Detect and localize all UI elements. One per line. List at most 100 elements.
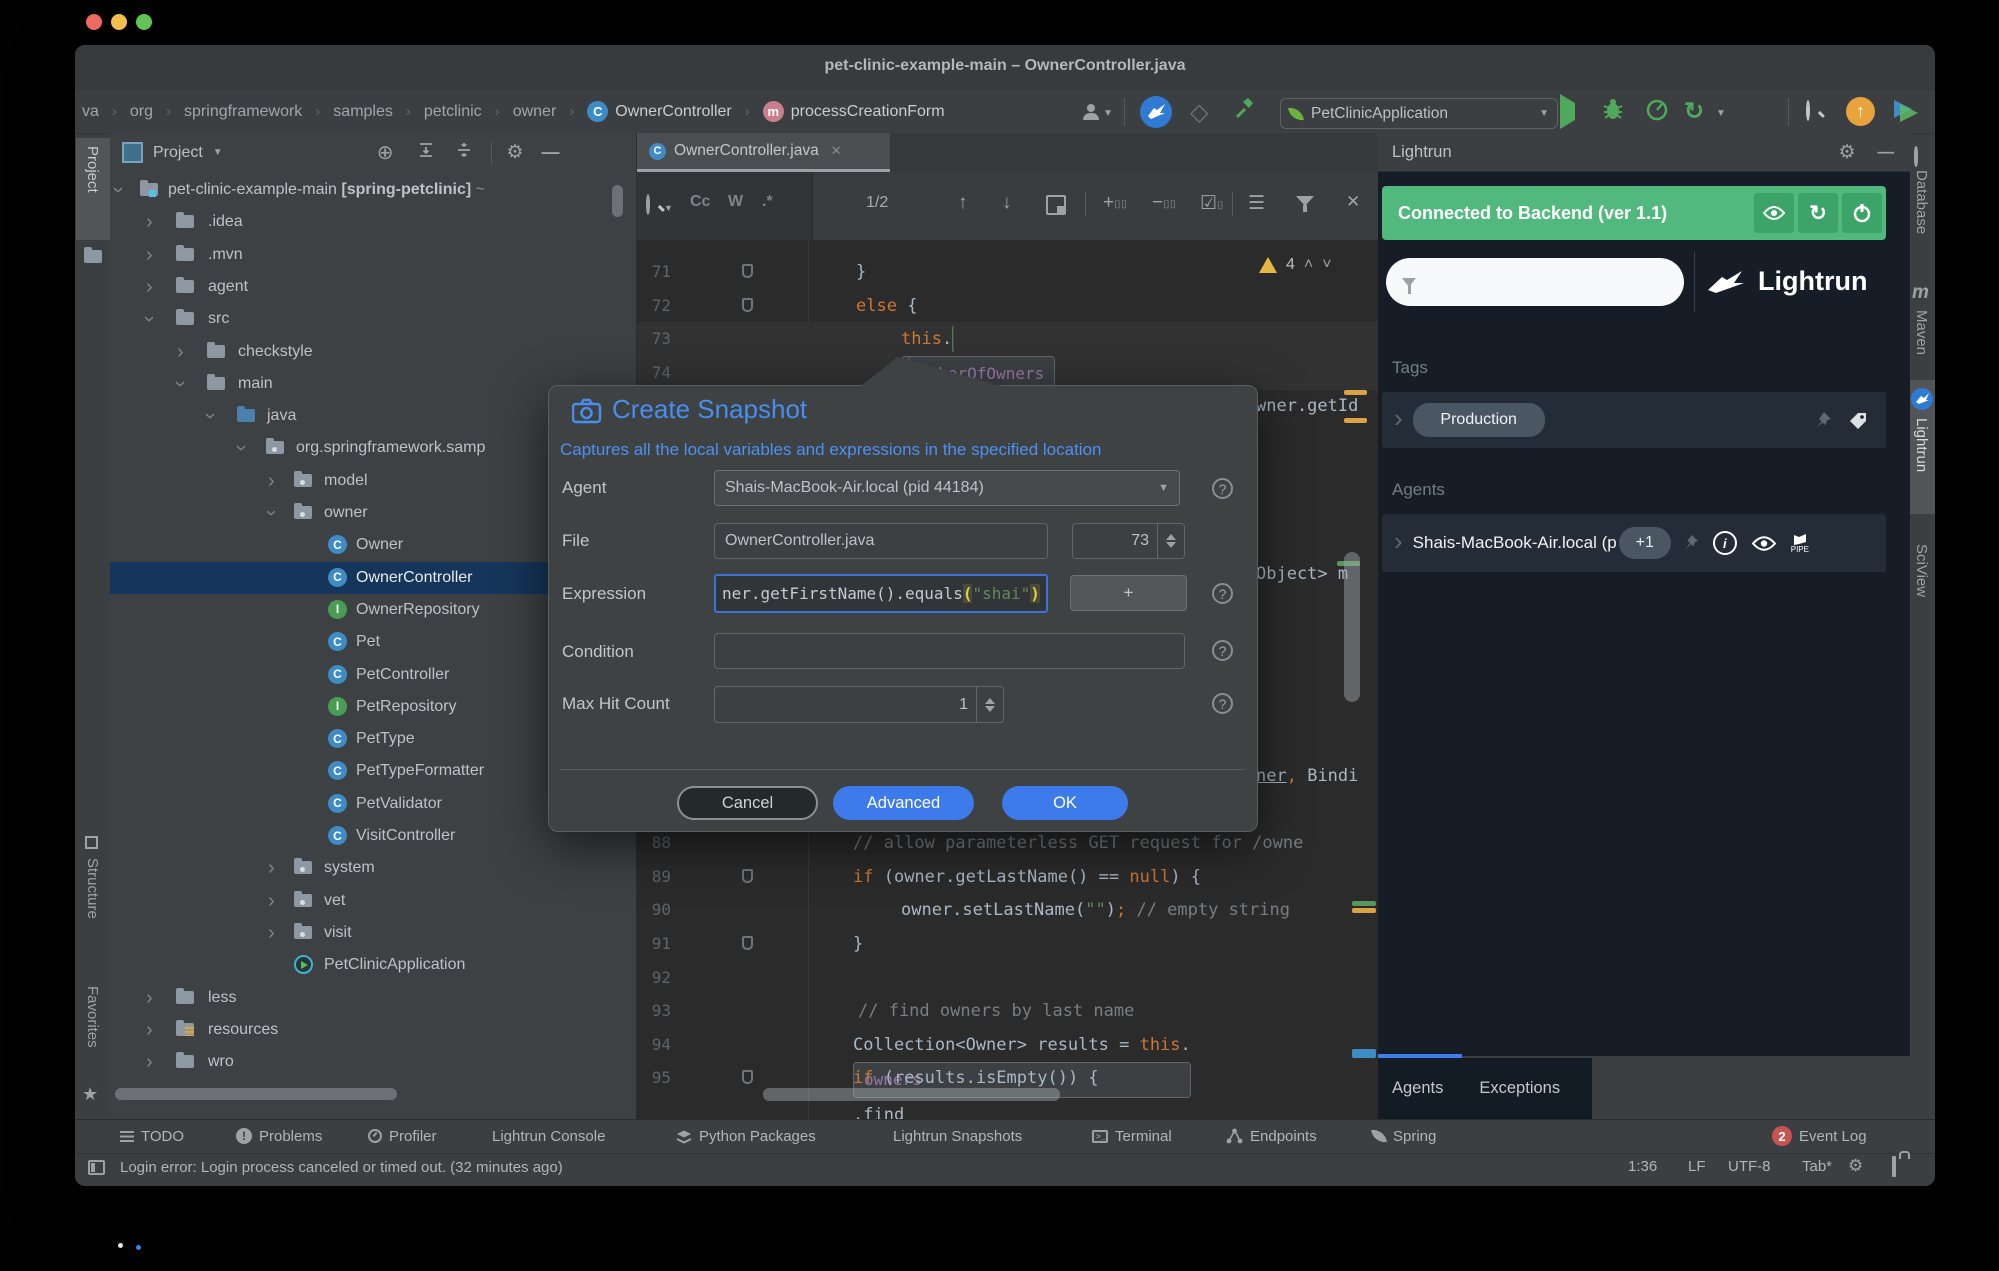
locate-file-icon[interactable]: ⊕ bbox=[377, 140, 394, 165]
whole-words-toggle[interactable]: W bbox=[728, 193, 743, 211]
chevron-expanded-icon[interactable]: › bbox=[225, 445, 257, 452]
expression-help-icon[interactable]: ? bbox=[1212, 583, 1233, 604]
profiler-run-icon[interactable] bbox=[1644, 96, 1670, 127]
close-window-button[interactable] bbox=[86, 14, 102, 30]
tool-window-button-spring[interactable]: Spring bbox=[1372, 1119, 1436, 1153]
breadcrumb-item[interactable]: samples bbox=[333, 103, 393, 121]
tree-vertical-scrollbar[interactable] bbox=[612, 185, 623, 217]
refresh-icon[interactable]: ↻ bbox=[1798, 193, 1838, 233]
find-history-dropdown-icon[interactable]: ▼ bbox=[664, 203, 673, 213]
tab-agents[interactable]: Agents bbox=[1392, 1079, 1443, 1098]
file-input[interactable]: OwnerController.java bbox=[714, 523, 1048, 559]
tool-window-button-lightrun-snapshots[interactable]: Lightrun Snapshots bbox=[893, 1119, 1022, 1153]
agent-select[interactable]: Shais-MacBook-Air.local (pid 44184) ▼ bbox=[714, 470, 1180, 506]
status-message[interactable]: Login error: Login process canceled or t… bbox=[120, 1159, 563, 1176]
chevron-collapsed-icon[interactable]: › bbox=[146, 271, 153, 303]
breadcrumb-item-method[interactable]: mprocessCreationForm bbox=[763, 101, 945, 122]
condition-help-icon[interactable]: ? bbox=[1212, 640, 1233, 661]
collapse-all-icon[interactable] bbox=[455, 141, 473, 164]
line-number[interactable]: 92 bbox=[637, 961, 671, 995]
line-number[interactable]: 93 bbox=[637, 994, 671, 1028]
tag-row-production[interactable]: › Production bbox=[1382, 392, 1886, 448]
breadcrumb-item[interactable]: springframework bbox=[184, 103, 302, 121]
build-hammer-icon[interactable] bbox=[1232, 96, 1258, 127]
tag-chip[interactable]: Production bbox=[1413, 403, 1545, 437]
line-number[interactable]: 71 bbox=[637, 255, 671, 289]
unlock-icon[interactable] bbox=[1892, 1158, 1896, 1176]
line-ending-indicator[interactable]: LF bbox=[1688, 1158, 1706, 1175]
tree-item-visit[interactable]: ›visit bbox=[110, 917, 636, 949]
max-hit-help-icon[interactable]: ? bbox=[1212, 693, 1233, 714]
tree-item-agent[interactable]: ›agent bbox=[110, 271, 636, 303]
line-number-input[interactable]: 73 bbox=[1072, 523, 1185, 559]
expand-chevron-icon[interactable]: › bbox=[1394, 526, 1403, 557]
agent-help-icon[interactable]: ? bbox=[1212, 478, 1233, 499]
tree-item-.idea[interactable]: ›.idea bbox=[110, 206, 636, 238]
chevron-collapsed-icon[interactable]: › bbox=[146, 982, 153, 1014]
tag-icon[interactable] bbox=[1848, 411, 1868, 429]
chevron-expanded-icon[interactable]: › bbox=[255, 510, 287, 517]
tree-item-.mvn[interactable]: ›.mvn bbox=[110, 239, 636, 271]
indent-indicator[interactable]: Tab* bbox=[1802, 1158, 1832, 1175]
chevron-expanded-icon[interactable]: › bbox=[164, 380, 196, 387]
search-in-selection-icon[interactable] bbox=[1046, 195, 1066, 215]
expression-input[interactable]: ner.getFirstName().equals("shai") bbox=[714, 574, 1048, 613]
tree-item-vet[interactable]: ›vet bbox=[110, 885, 636, 917]
breadcrumb-item-class[interactable]: COwnerController bbox=[587, 101, 731, 122]
caret-position[interactable]: 1:36 bbox=[1628, 1158, 1657, 1175]
project-folder-icon[interactable] bbox=[84, 248, 102, 263]
event-log-button[interactable]: 2 Event Log bbox=[1772, 1119, 1867, 1153]
search-options-icon[interactable]: ☰ bbox=[1248, 192, 1265, 215]
tab-exceptions[interactable]: Exceptions bbox=[1479, 1079, 1560, 1098]
next-match-icon[interactable]: ↓ bbox=[1002, 192, 1012, 214]
lightrun-tab-icon[interactable] bbox=[1911, 388, 1933, 410]
tree-item-wro[interactable]: ›wro bbox=[110, 1046, 636, 1078]
debug-button[interactable] bbox=[1600, 96, 1626, 127]
gutter-bookmark-icon[interactable] bbox=[742, 1070, 753, 1084]
add-expression-button[interactable]: + bbox=[1070, 575, 1187, 611]
tree-item-checkstyle[interactable]: ›checkstyle bbox=[110, 336, 636, 368]
gutter-bookmark-icon[interactable] bbox=[742, 264, 753, 278]
line-number[interactable]: 91 bbox=[637, 927, 671, 961]
gear-icon[interactable]: ⚙ bbox=[1838, 141, 1855, 164]
chevron-collapsed-icon[interactable]: › bbox=[268, 917, 275, 949]
gear-icon[interactable]: ⚙ bbox=[506, 141, 523, 164]
line-number[interactable]: 89 bbox=[637, 860, 671, 894]
chevron-expanded-icon[interactable]: › bbox=[110, 187, 134, 194]
lightrun-toolbar-icon[interactable] bbox=[1140, 96, 1172, 128]
find-magnifier-icon[interactable] bbox=[646, 196, 650, 214]
tool-tab-lightrun[interactable]: Lightrun bbox=[1913, 418, 1930, 472]
tree-item-root[interactable]: ›pet-clinic-example-main [spring-petclin… bbox=[110, 174, 636, 206]
run-with-coverage-icon[interactable]: ↻ bbox=[1684, 97, 1704, 126]
chevron-collapsed-icon[interactable]: › bbox=[268, 852, 275, 884]
close-tab-icon[interactable]: ✕ bbox=[831, 143, 842, 159]
plugin-kite-icon[interactable] bbox=[1890, 96, 1920, 131]
chevron-expanded-icon[interactable]: › bbox=[194, 413, 226, 420]
run-configuration-select[interactable]: PetClinicApplication ▼ bbox=[1280, 98, 1558, 129]
tool-window-button-lightrun-console[interactable]: Lightrun Console bbox=[492, 1119, 605, 1153]
chevron-collapsed-icon[interactable]: › bbox=[146, 1014, 153, 1046]
gutter-bookmark-icon[interactable] bbox=[742, 936, 753, 950]
chevron-collapsed-icon[interactable]: › bbox=[146, 206, 153, 238]
project-view-title[interactable]: Project bbox=[153, 144, 203, 162]
prev-warning-icon[interactable]: ˄ bbox=[1304, 256, 1313, 274]
line-number[interactable]: 72 bbox=[637, 289, 671, 323]
chevron-collapsed-icon[interactable]: › bbox=[146, 239, 153, 271]
chevron-collapsed-icon[interactable]: › bbox=[146, 1046, 153, 1078]
expand-all-icon[interactable] bbox=[417, 141, 435, 164]
watch-icon[interactable] bbox=[1751, 535, 1777, 552]
ok-button[interactable]: OK bbox=[1002, 786, 1128, 820]
breadcrumb-item[interactable]: va bbox=[82, 103, 99, 121]
tree-item-less[interactable]: ›less bbox=[110, 982, 636, 1014]
maven-icon[interactable]: m bbox=[1912, 282, 1929, 304]
remove-occurrence-icon[interactable]: −⌷⌷ bbox=[1152, 192, 1176, 214]
pipe-icon[interactable]: PIPE bbox=[1791, 533, 1809, 554]
tool-window-button-todo[interactable]: TODO bbox=[120, 1119, 184, 1153]
tree-item-resources[interactable]: ›resources bbox=[110, 1014, 636, 1046]
pin-icon[interactable] bbox=[1683, 534, 1699, 552]
match-case-toggle[interactable]: Cc bbox=[690, 193, 710, 211]
breadcrumb-item[interactable]: org bbox=[130, 103, 153, 121]
editor-vertical-scrollbar[interactable] bbox=[1344, 552, 1360, 702]
inspection-widget[interactable]: 4˄˅ bbox=[1259, 256, 1332, 274]
tool-window-button-problems[interactable]: !Problems bbox=[236, 1119, 322, 1153]
